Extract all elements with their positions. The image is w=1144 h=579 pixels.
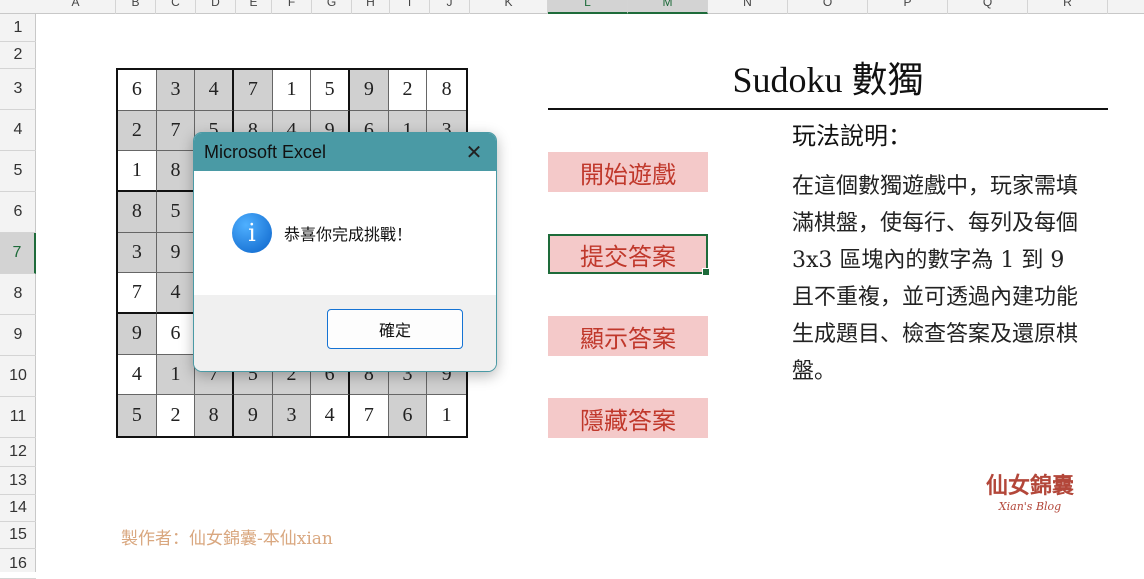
- sudoku-cell[interactable]: 4: [156, 273, 196, 314]
- column-header-l[interactable]: L: [548, 0, 628, 14]
- sudoku-cell[interactable]: 1: [156, 354, 196, 396]
- hide-answer-button[interactable]: 隱藏答案: [548, 398, 708, 438]
- column-header-f[interactable]: F: [272, 0, 312, 14]
- sudoku-cell[interactable]: 9: [156, 232, 196, 274]
- sudoku-cell[interactable]: 6: [156, 314, 196, 355]
- sudoku-cell[interactable]: 7: [118, 273, 157, 314]
- row-header-bar: 1 2 3 4 5 6 7 8 9 10 11 12 13 14 15 16: [0, 14, 36, 579]
- row-header-14[interactable]: 14: [0, 495, 36, 522]
- sudoku-cell[interactable]: 1: [118, 151, 157, 192]
- sudoku-cell[interactable]: 7: [234, 70, 273, 111]
- row-header-10[interactable]: 10: [0, 356, 36, 397]
- rules-heading: 玩法說明：: [792, 122, 912, 150]
- column-header-g[interactable]: G: [312, 0, 352, 14]
- sudoku-cell[interactable]: 7: [156, 110, 196, 152]
- row-header-4[interactable]: 4: [0, 110, 36, 151]
- close-icon[interactable]: ✕: [452, 133, 496, 171]
- row-header-1[interactable]: 1: [0, 14, 36, 42]
- sudoku-cell[interactable]: 5: [118, 395, 157, 436]
- logo-chinese-text: 仙女錦囊: [985, 473, 1074, 499]
- sudoku-cell[interactable]: 2: [157, 395, 196, 436]
- show-answer-button[interactable]: 顯示答案: [548, 316, 708, 356]
- row-header-11[interactable]: 11: [0, 397, 36, 438]
- sudoku-cell[interactable]: 3: [272, 395, 312, 436]
- sudoku-cell[interactable]: 6: [118, 70, 157, 111]
- sudoku-cell[interactable]: 4: [311, 395, 350, 436]
- column-header-bar: ABCDEFGHIJKLMNOPQR: [0, 0, 1144, 14]
- column-header-d[interactable]: D: [196, 0, 236, 14]
- author-credit: 製作者：仙女錦囊-本仙xian: [121, 529, 333, 549]
- row-header-9[interactable]: 9: [0, 315, 36, 356]
- dialog-body: i 恭喜你完成挑戰！: [194, 171, 496, 295]
- column-header-h[interactable]: H: [352, 0, 390, 14]
- sudoku-cell[interactable]: 6: [388, 395, 428, 436]
- row-header-6[interactable]: 6: [0, 192, 36, 233]
- sudoku-cell[interactable]: 4: [195, 70, 234, 111]
- row-header-2[interactable]: 2: [0, 42, 36, 69]
- sudoku-cell[interactable]: 5: [311, 70, 350, 111]
- blog-logo: 仙女錦囊 Xian's Blog: [970, 472, 1090, 522]
- column-header-a[interactable]: A: [36, 0, 116, 14]
- row-header-15[interactable]: 15: [0, 522, 36, 549]
- row-header-7[interactable]: 7: [0, 233, 36, 274]
- column-header-m[interactable]: M: [628, 0, 708, 14]
- dialog-title: Microsoft Excel: [204, 141, 327, 162]
- sudoku-cell[interactable]: 8: [427, 70, 466, 111]
- sudoku-cell[interactable]: 2: [388, 70, 428, 111]
- column-header-j[interactable]: J: [430, 0, 470, 14]
- message-dialog: Microsoft Excel ✕ i 恭喜你完成挑戰！ 確定: [193, 132, 497, 372]
- sudoku-cell[interactable]: 9: [118, 314, 157, 355]
- row-header-16[interactable]: 16: [0, 549, 36, 579]
- dialog-message: 恭喜你完成挑戰！: [284, 225, 413, 244]
- sudoku-cell[interactable]: 8: [156, 151, 196, 192]
- info-icon: i: [232, 213, 272, 253]
- logo-english-text: Xian's Blog: [998, 500, 1062, 513]
- column-header-k[interactable]: K: [470, 0, 548, 14]
- column-header-q[interactable]: Q: [948, 0, 1028, 14]
- sudoku-cell[interactable]: 7: [350, 395, 389, 436]
- submit-answer-button[interactable]: 提交答案: [548, 234, 710, 276]
- column-header-n[interactable]: N: [708, 0, 788, 14]
- page-title: Sudoku 數獨: [548, 56, 1108, 110]
- sudoku-cell[interactable]: 3: [118, 232, 157, 274]
- column-header-c[interactable]: C: [156, 0, 196, 14]
- row-header-5[interactable]: 5: [0, 151, 36, 192]
- sudoku-cell[interactable]: 9: [350, 70, 389, 111]
- sudoku-cell[interactable]: 8: [118, 192, 157, 233]
- row-header-12[interactable]: 12: [0, 438, 36, 467]
- row-header-13[interactable]: 13: [0, 467, 36, 495]
- rules-text: 在這個數獨遊戲中，玩家需填滿棋盤，使每行、每列及每個 3x3 區塊內的數字為 1…: [792, 174, 1079, 384]
- sudoku-cell[interactable]: 5: [156, 192, 196, 233]
- start-game-button[interactable]: 開始遊戲: [548, 152, 708, 192]
- row-header-8[interactable]: 8: [0, 274, 36, 315]
- row-header-3[interactable]: 3: [0, 69, 36, 110]
- sudoku-cell[interactable]: 1: [272, 70, 312, 111]
- column-header-b[interactable]: B: [116, 0, 156, 14]
- dialog-footer: 確定: [194, 295, 496, 371]
- sudoku-cell[interactable]: 4: [118, 354, 157, 396]
- column-header-p[interactable]: P: [868, 0, 948, 14]
- column-header-e[interactable]: E: [236, 0, 272, 14]
- ok-button[interactable]: 確定: [327, 309, 463, 349]
- column-header-r[interactable]: R: [1028, 0, 1108, 14]
- sudoku-cell[interactable]: 8: [195, 395, 234, 436]
- dialog-title-bar[interactable]: Microsoft Excel ✕: [194, 133, 496, 171]
- column-header-o[interactable]: O: [788, 0, 868, 14]
- column-header-i[interactable]: I: [390, 0, 430, 14]
- sudoku-cell[interactable]: 9: [234, 395, 273, 436]
- sudoku-cell[interactable]: 1: [427, 395, 466, 436]
- sudoku-cell[interactable]: 2: [118, 110, 157, 152]
- sudoku-cell[interactable]: 3: [156, 70, 196, 111]
